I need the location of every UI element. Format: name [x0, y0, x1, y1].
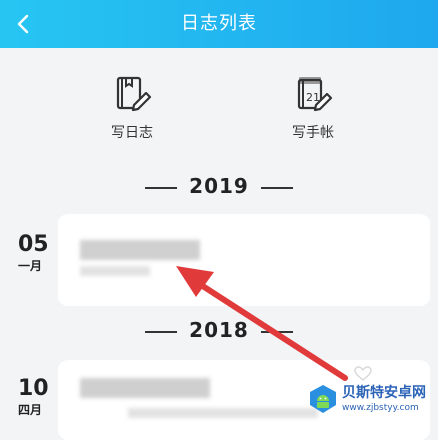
annotation-arrow: [176, 266, 348, 381]
watermark-name: 贝斯特安卓网: [342, 385, 426, 401]
watermark: 贝斯特安卓网 www.zjbstyy.com: [308, 380, 434, 418]
android-logo-icon: [310, 385, 336, 413]
watermark-url: www.zjbstyy.com: [342, 403, 419, 413]
